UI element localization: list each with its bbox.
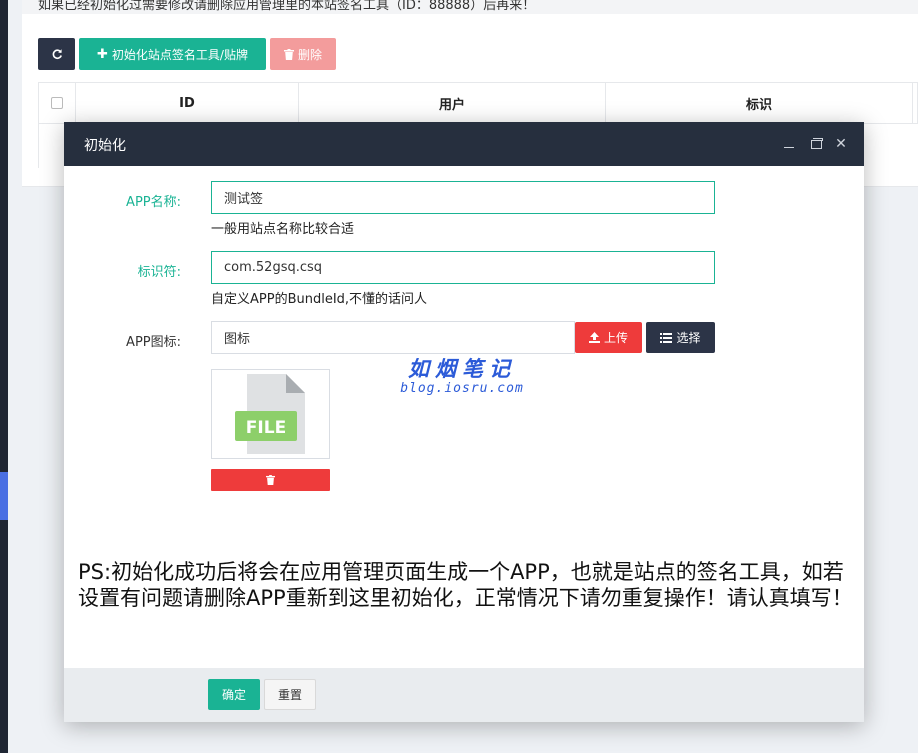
minimize-button[interactable] xyxy=(777,122,801,166)
confirm-button[interactable]: 确定 xyxy=(208,679,260,710)
reset-button[interactable]: 重置 xyxy=(264,679,316,710)
trash-icon xyxy=(283,48,294,60)
maximize-icon xyxy=(810,137,823,149)
remove-icon-button[interactable] xyxy=(211,469,330,491)
toolbar: ✚ 初始化站点签名工具/贴牌 删除 xyxy=(38,38,336,70)
delete-button[interactable]: 删除 xyxy=(270,38,336,70)
list-icon xyxy=(660,332,673,343)
column-header-id[interactable]: ID xyxy=(76,83,299,123)
table-header: ID 用户 标识 xyxy=(38,82,918,124)
file-badge-text: FILE xyxy=(246,418,286,438)
choose-button[interactable]: 选择 xyxy=(646,322,715,353)
left-sidebar-strip xyxy=(0,0,8,753)
app-name-label: APP名称: xyxy=(126,195,181,210)
close-button[interactable]: ✕ xyxy=(829,122,853,166)
upload-button[interactable]: 上传 xyxy=(575,322,642,353)
watermark-url: blog.iosru.com xyxy=(400,381,524,396)
select-all-checkbox[interactable] xyxy=(51,97,63,109)
app-name-input[interactable] xyxy=(211,181,715,214)
app-icon-input[interactable] xyxy=(211,321,575,354)
select-all-cell xyxy=(39,83,76,123)
notice-text: 如果已经初始化过需要修改请删除应用管理里的本站签名工具（ID：88888）后再来… xyxy=(38,0,536,13)
choose-button-label: 选择 xyxy=(676,331,701,345)
init-signing-tool-button[interactable]: ✚ 初始化站点签名工具/贴牌 xyxy=(79,38,266,70)
identifier-label: 标识符: xyxy=(137,265,181,280)
refresh-icon xyxy=(52,49,62,60)
close-icon: ✕ xyxy=(835,136,847,152)
column-header-user[interactable]: 用户 xyxy=(299,83,606,123)
init-dialog: 初始化 ✕ APP名称: 一般用站点名称比较合适 标识符: 自定义APP的Bun… xyxy=(64,122,864,722)
upload-button-label: 上传 xyxy=(603,331,628,345)
file-icon: FILE xyxy=(235,374,305,454)
sidebar-active-indicator xyxy=(0,472,8,520)
identifier-input[interactable] xyxy=(211,251,715,284)
identifier-help: 自定义APP的BundleId,不懂的话问人 xyxy=(211,292,428,307)
init-button-label: 初始化站点签名工具/贴牌 xyxy=(111,47,248,62)
upload-icon xyxy=(588,332,600,343)
plus-icon: ✚ xyxy=(97,46,108,62)
watermark-title: 如烟笔记 xyxy=(408,356,516,381)
ps-note: PS:初始化成功后将会在应用管理页面生成一个APP，也就是站点的签名工具，如若设… xyxy=(78,560,853,610)
dialog-header: 初始化 ✕ xyxy=(64,122,864,166)
maximize-button[interactable] xyxy=(804,122,828,166)
dialog-footer: 确定 重置 xyxy=(64,668,864,722)
delete-button-label: 删除 xyxy=(297,47,322,62)
dialog-title: 初始化 xyxy=(84,138,126,154)
minimize-icon xyxy=(784,146,794,148)
refresh-button[interactable] xyxy=(38,38,75,70)
column-header-identifier[interactable]: 标识 xyxy=(606,83,913,123)
watermark: 如烟笔记 blog.iosru.com xyxy=(397,353,527,396)
app-name-help: 一般用站点名称比较合适 xyxy=(211,222,355,237)
app-icon-label: APP图标: xyxy=(126,335,181,350)
icon-preview: FILE xyxy=(211,369,330,459)
notice-bar: 如果已经初始化过需要修改请删除应用管理里的本站签名工具（ID：88888）后再来… xyxy=(22,0,918,14)
trash-icon xyxy=(266,475,275,485)
